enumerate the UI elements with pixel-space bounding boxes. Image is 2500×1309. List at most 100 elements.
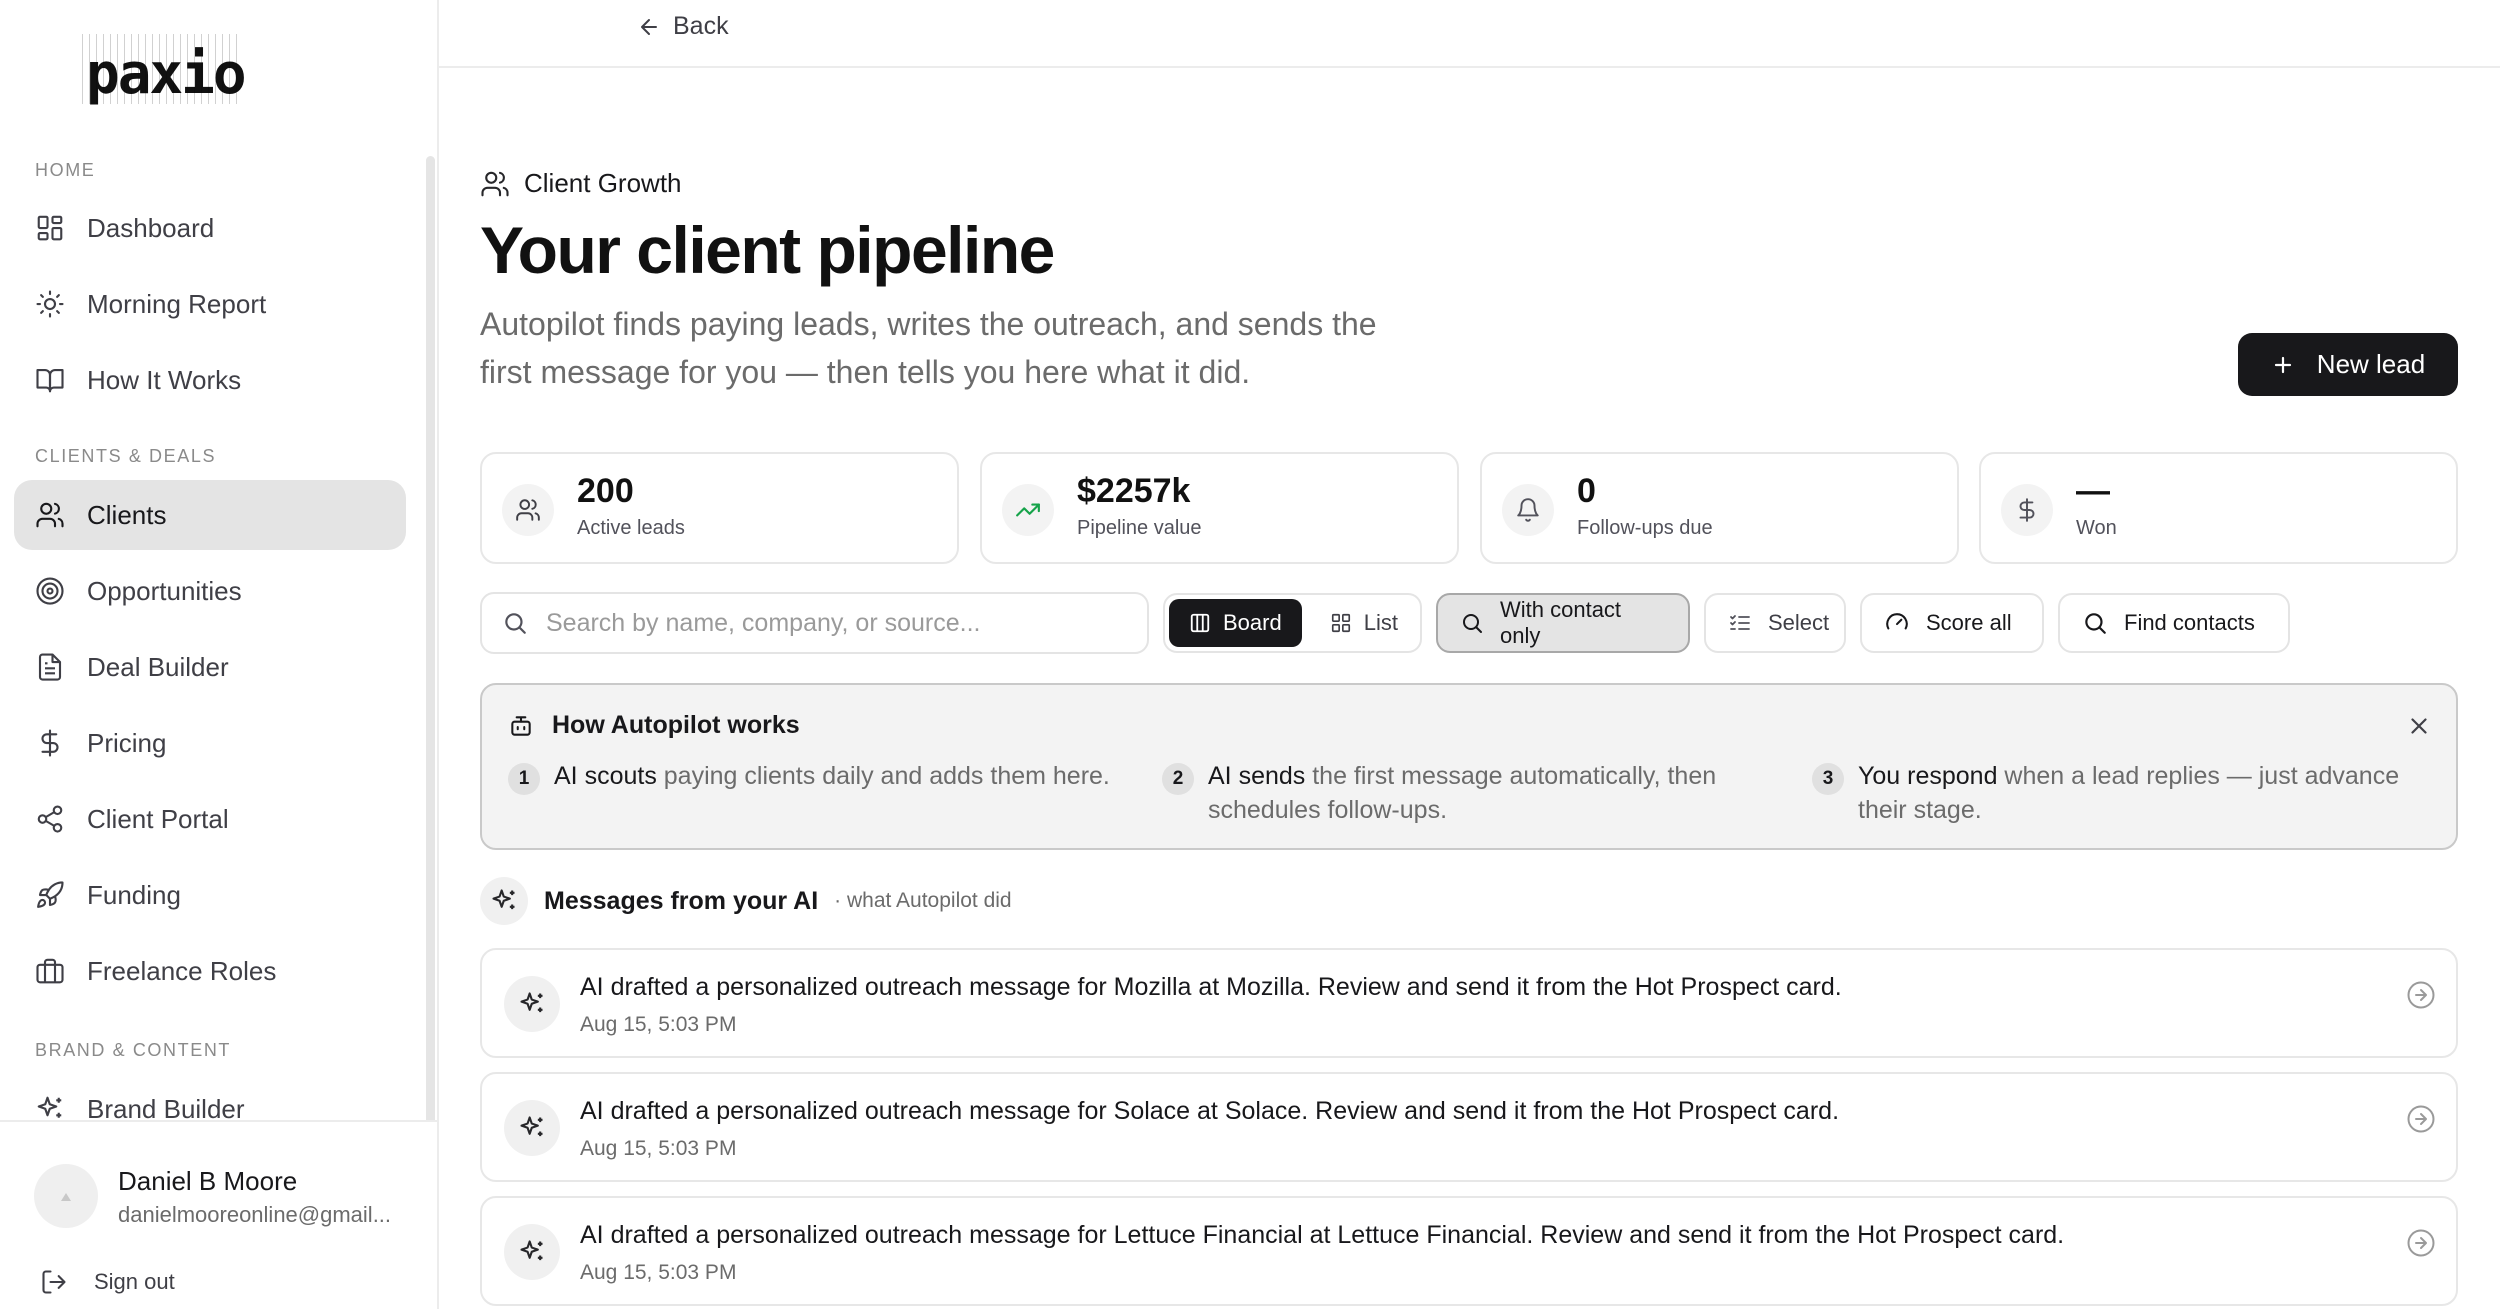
sign-out-icon — [40, 1268, 68, 1296]
search-icon — [2082, 610, 2108, 636]
new-lead-button[interactable]: New lead — [2238, 333, 2458, 396]
sparkles-icon — [504, 976, 560, 1032]
message-time: Aug 15, 5:03 PM — [580, 1013, 737, 1036]
howto-title-text: How Autopilot works — [552, 711, 800, 739]
step-bold: AI sends — [1208, 762, 1306, 790]
message-time: Aug 15, 5:03 PM — [580, 1261, 737, 1284]
sidebar-item-opportunities[interactable]: Opportunities — [14, 556, 406, 626]
close-button[interactable] — [2406, 713, 2432, 739]
sidebar-item-morning-report[interactable]: Morning Report — [14, 269, 406, 339]
sidebar-item-clients[interactable]: Clients — [14, 480, 406, 550]
list-checks-icon — [1728, 611, 1752, 635]
sidebar-item-how-it-works[interactable]: How It Works — [14, 345, 406, 415]
avatar[interactable] — [34, 1164, 98, 1228]
howto-title: How Autopilot works — [508, 711, 800, 740]
stat-label: Won — [2076, 517, 2117, 539]
with-contact-only-filter[interactable]: With contact only — [1436, 593, 1690, 653]
stat-card-follow-ups-due: 0 Follow-ups due — [1480, 452, 1959, 564]
dollar-icon — [2001, 484, 2053, 536]
sidebar-item-deal-builder[interactable]: Deal Builder — [14, 632, 406, 702]
stat-label: Active leads — [577, 517, 685, 539]
howto-step-3: 3 You respond when a lead replies — just… — [1812, 759, 2432, 827]
stat-value: $2257k — [1077, 472, 1191, 510]
sidebar-item-label: Pricing — [87, 727, 167, 758]
page-eyebrow: Client Growth — [480, 168, 682, 199]
document-icon — [35, 652, 65, 682]
sidebar-item-label: Clients — [87, 499, 167, 530]
sidebar-item-pricing[interactable]: Pricing — [14, 708, 406, 778]
target-icon — [35, 576, 65, 606]
message-item[interactable]: AI drafted a personalized outreach messa… — [480, 1196, 2458, 1306]
stat-value: — — [2076, 472, 2110, 510]
sign-out-button[interactable]: Sign out — [40, 1268, 175, 1296]
message-item[interactable]: AI drafted a personalized outreach messa… — [480, 948, 2458, 1058]
sidebar-item-dashboard[interactable]: Dashboard — [14, 193, 406, 263]
stat-card-won: — Won — [1979, 452, 2458, 564]
book-icon — [35, 365, 65, 395]
how-autopilot-works-panel: How Autopilot works 1 AI scouts paying c… — [480, 683, 2458, 850]
top-bar: Back — [439, 0, 2500, 68]
select-label: Select — [1768, 610, 1830, 635]
sidebar-item-freelance-roles[interactable]: Freelance Roles — [14, 936, 406, 1006]
messages-header: Messages from your AI · what Autopilot d… — [480, 877, 1012, 925]
page-subtitle: Autopilot finds paying leads, writes the… — [480, 306, 1377, 390]
sidebar-footer: Daniel B Moore danielmooreonline@gmail..… — [0, 1120, 437, 1309]
score-all-button[interactable]: Score all — [1860, 593, 2044, 653]
sidebar-item-label: Freelance Roles — [87, 955, 277, 986]
message-item[interactable]: AI drafted a personalized outreach messa… — [480, 1072, 2458, 1182]
plus-icon — [2271, 353, 2295, 377]
sidebar-item-client-portal[interactable]: Client Portal — [14, 784, 406, 854]
dollar-icon — [35, 728, 65, 758]
step-text-wrap: AI scouts paying clients daily and adds … — [554, 759, 1110, 795]
sidebar-item-funding[interactable]: Funding — [14, 860, 406, 930]
share-icon — [35, 804, 65, 834]
sidebar-item-label: Funding — [87, 879, 181, 910]
logo-text: paxio — [86, 42, 247, 107]
search-icon — [502, 610, 528, 636]
arrow-right-circle-icon[interactable] — [2406, 980, 2436, 1010]
view-toggle: Board List — [1163, 593, 1422, 653]
section-label-clients-deals: CLIENTS & DEALS — [35, 446, 217, 466]
search-icon — [1460, 611, 1484, 635]
view-list-button[interactable]: List — [1310, 599, 1418, 647]
sidebar-item-label: Dashboard — [87, 212, 215, 243]
avatar-placeholder-icon — [61, 1193, 71, 1201]
find-contacts-label: Find contacts — [2124, 610, 2255, 635]
bell-icon — [1502, 484, 1554, 536]
user-email: danielmooreonline@gmail... — [118, 1202, 392, 1227]
sparkles-icon — [480, 877, 528, 925]
stat-label: Pipeline value — [1077, 517, 1202, 539]
step-number: 3 — [1812, 763, 1844, 795]
stat-card-active-leads: 200 Active leads — [480, 452, 959, 564]
trending-up-icon — [1002, 484, 1054, 536]
message-text: AI drafted a personalized outreach messa… — [580, 973, 1842, 1001]
find-contacts-button[interactable]: Find contacts — [2058, 593, 2290, 653]
sidebar-item-label: Opportunities — [87, 575, 242, 606]
briefcase-icon — [35, 956, 65, 986]
sidebar-item-label: Deal Builder — [87, 651, 229, 682]
arrow-right-circle-icon[interactable] — [2406, 1228, 2436, 1258]
message-text: AI drafted a personalized outreach messa… — [580, 1097, 1840, 1125]
search-input[interactable] — [546, 608, 1106, 638]
arrow-right-circle-icon[interactable] — [2406, 1104, 2436, 1134]
message-text: AI drafted a personalized outreach messa… — [580, 1221, 2065, 1249]
back-button[interactable]: Back — [637, 12, 729, 41]
messages-title: Messages from your AI — [544, 886, 819, 915]
gauge-icon — [1884, 610, 1910, 636]
sidebar-item-label: How It Works — [87, 364, 242, 395]
sun-icon — [35, 289, 65, 319]
step-bold: AI scouts — [554, 762, 657, 790]
sidebar-scrollbar[interactable] — [426, 156, 435, 1156]
step-text-wrap: AI sends the first message automatically… — [1208, 759, 1802, 827]
section-label-home: HOME — [35, 160, 96, 180]
view-board-button[interactable]: Board — [1169, 599, 1302, 647]
paxio-logo[interactable]: paxio — [82, 34, 247, 110]
sidebar-item-label: Morning Report — [87, 288, 267, 319]
step-text-wrap: You respond when a lead replies — just a… — [1858, 759, 2432, 827]
sidebar-item-label: Client Portal — [87, 803, 229, 834]
sparkles-icon — [504, 1224, 560, 1280]
users-icon — [480, 169, 510, 199]
step-text: paying clients daily and adds them here. — [656, 762, 1110, 790]
select-button[interactable]: Select — [1704, 593, 1846, 653]
sidebar: paxio HOME Dashboard Morning Report How … — [0, 0, 439, 1309]
